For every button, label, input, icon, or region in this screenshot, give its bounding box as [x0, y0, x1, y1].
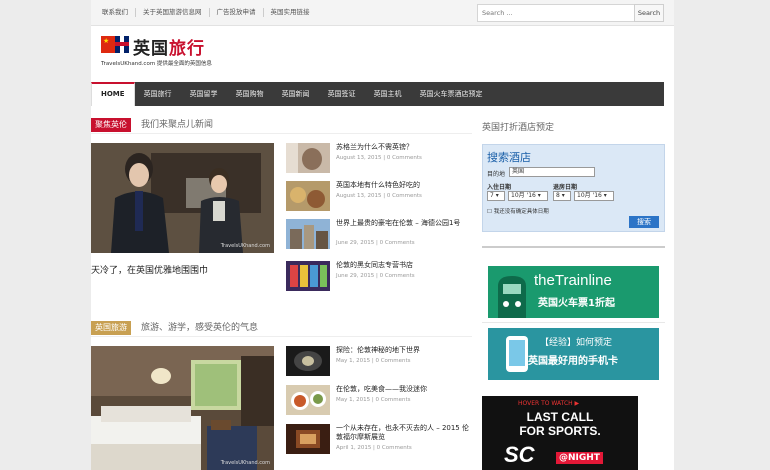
section-label[interactable]: 聚焦英伦	[91, 118, 131, 132]
top-links: 联系我们 关于英国旅游信息网 广告投放申请 英国实用链接	[95, 8, 317, 17]
item-meta: June 29, 2015 | 0 Comments	[336, 240, 415, 246]
nav-study[interactable]: 英国留学	[181, 82, 227, 106]
thumbnail	[286, 346, 330, 376]
item-title[interactable]: 英国本地有什么特色好吃的	[336, 181, 471, 190]
item-meta: May 1, 2015 | 0 Comments	[336, 358, 411, 364]
nav-news[interactable]: 英国新闻	[273, 82, 319, 106]
main-nav: HOME 英国旅行 英国留学 英国购物 英国新闻 英国签证 英国主机 英国火车票…	[91, 82, 664, 106]
sidebar-divider	[482, 322, 665, 323]
flag-icon	[101, 36, 129, 53]
destination-label: 目的地	[487, 171, 506, 178]
sim-card-banner[interactable]: 【经验】如何预定 英国最好用的手机卡	[488, 328, 659, 380]
feature-photo	[91, 143, 274, 253]
thumbnail	[286, 261, 330, 291]
checkout-label: 退房日期	[553, 184, 578, 191]
item-meta: April 1, 2015 | 0 Comments	[336, 445, 412, 451]
sidebar-title: 英国打折酒店预定	[482, 123, 555, 133]
thumbnail	[286, 181, 330, 211]
section-desc: 我们来聚点儿新闻	[141, 120, 214, 130]
checkout-month-select[interactable]: 10月 '16 ▾	[574, 191, 614, 201]
feature-photo	[91, 346, 274, 470]
section-heading-travel: 英国旅游 旅游、游学，感受英伦的气息	[91, 321, 472, 337]
nav-travel[interactable]: 英国旅行	[135, 82, 181, 106]
nav-shopping[interactable]: 英国购物	[227, 82, 273, 106]
search-button[interactable]: Search	[634, 4, 664, 22]
sports-ad[interactable]: HOVER TO WATCH ▶ LAST CALL FOR SPORTS. S…	[482, 396, 638, 470]
ad-line1: LAST CALL	[526, 410, 594, 424]
sidebar-divider	[482, 246, 665, 248]
hotel-search-title: 搜索酒店	[487, 151, 531, 164]
top-link-about[interactable]: 关于英国旅游信息网	[136, 8, 210, 17]
list-item[interactable]: 英国本地有什么特色好吃的 August 13, 2015 | 0 Comment…	[286, 181, 471, 215]
ad-night-badge: @NIGHT	[556, 452, 603, 464]
section-label[interactable]: 英国旅游	[91, 321, 131, 335]
destination-field[interactable]: 英国	[509, 167, 595, 177]
thumbnail	[286, 143, 330, 173]
page: 联系我们 关于英国旅游信息网 广告投放申请 英国实用链接 Search 英国旅行…	[91, 0, 674, 470]
banner-brand: theTrainline	[534, 272, 612, 289]
top-bar: 联系我们 关于英国旅游信息网 广告投放申请 英国实用链接 Search	[91, 0, 674, 26]
list-item[interactable]: 苏格兰为什么不需英镑？ August 13, 2015 | 0 Comments	[286, 143, 471, 177]
banner-text: 英国火车票1折起	[538, 298, 615, 309]
item-title[interactable]: 在伦敦，吃美食——我没迷你	[336, 385, 471, 394]
item-title[interactable]: 世界上最贵的豪宅在伦敦 – 海德公园1号	[336, 219, 471, 228]
list-item[interactable]: 世界上最贵的豪宅在伦敦 – 海德公园1号 June 29, 2015 | 0 C…	[286, 219, 471, 253]
ad-hover-label[interactable]: HOVER TO WATCH ▶	[518, 400, 579, 407]
item-meta: August 13, 2015 | 0 Comments	[336, 193, 422, 199]
no-date-checkbox[interactable]: ☐ 我还没有确定具体日期	[487, 207, 549, 215]
top-link-useful[interactable]: 英国实用链接	[264, 8, 317, 17]
ad-line2: FOR SPORTS.	[519, 424, 601, 438]
image-watermark: TravelsUKhand.com	[220, 460, 270, 466]
top-link-ads[interactable]: 广告投放申请	[210, 8, 264, 17]
site-logo[interactable]: 英国旅行 TravelsUKhand.com 提供最全面的英国信息	[97, 32, 227, 72]
list-item[interactable]: 伦敦的黑女同志专营书店 June 29, 2015 | 0 Comments	[286, 261, 471, 295]
nav-hosting[interactable]: 英国主机	[365, 82, 411, 106]
list-item[interactable]: 在伦敦，吃美食——我没迷你 May 1, 2015 | 0 Comments	[286, 385, 471, 419]
item-title[interactable]: 伦敦的黑女同志专营书店	[336, 261, 471, 270]
checkout-day-select[interactable]: 8 ▾	[553, 191, 571, 201]
top-link-contact[interactable]: 联系我们	[95, 8, 136, 17]
logo-title: 英国旅行	[133, 39, 205, 59]
nav-booking[interactable]: 英国火车票酒店预定	[411, 82, 492, 106]
thumbnail	[286, 385, 330, 415]
trainline-banner[interactable]: theTrainline 英国火车票1折起	[488, 266, 659, 318]
banner-text: 英国最好用的手机卡	[528, 356, 618, 367]
nav-home[interactable]: HOME	[91, 82, 135, 106]
feature-image[interactable]: TravelsUKhand.com	[91, 346, 274, 470]
item-meta: August 13, 2015 | 0 Comments	[336, 155, 422, 161]
list-item[interactable]: 一个从未存在，也永不灭去的人 – 2015 伦敦福尔摩斯展览 April 1, …	[286, 424, 471, 458]
train-icon	[498, 276, 526, 318]
item-meta: June 29, 2015 | 0 Comments	[336, 273, 415, 279]
image-watermark: TravelsUKhand.com	[220, 243, 270, 249]
checkin-month-select[interactable]: 10月 '16 ▾	[508, 191, 548, 201]
hotel-search-button[interactable]: 搜索	[629, 216, 659, 228]
checkin-day-select[interactable]: 7 ▾	[487, 191, 505, 201]
checkin-label: 入住日期	[487, 184, 512, 191]
hotel-search-widget: 搜索酒店 目的地 英国 入住日期 退房日期 7 ▾ 10月 '16 ▾ 8 ▾ …	[482, 144, 665, 232]
item-meta: May 1, 2015 | 0 Comments	[336, 397, 411, 403]
thumbnail	[286, 219, 330, 249]
nav-visa[interactable]: 英国签证	[319, 82, 365, 106]
section-desc: 旅游、游学，感受英伦的气息	[141, 323, 259, 333]
logo-subtitle: TravelsUKhand.com 提供最全面的英国信息	[101, 61, 212, 67]
feature-caption[interactable]: 天冷了，在英国优雅地围围巾	[91, 263, 208, 276]
ad-logo: SC	[504, 442, 535, 467]
search-input[interactable]	[477, 4, 635, 22]
list-item[interactable]: 探险：伦敦神秘的地下世界 May 1, 2015 | 0 Comments	[286, 346, 471, 380]
banner-tag: 【经验】如何预定	[540, 338, 613, 348]
item-title[interactable]: 苏格兰为什么不需英镑？	[336, 143, 471, 152]
thumbnail	[286, 424, 330, 454]
item-title[interactable]: 探险：伦敦神秘的地下世界	[336, 346, 471, 355]
item-title[interactable]: 一个从未存在，也永不灭去的人 – 2015 伦敦福尔摩斯展览	[336, 424, 471, 442]
section-heading-focus: 聚焦英伦 我们来聚点儿新闻	[91, 118, 472, 134]
feature-image[interactable]: TravelsUKhand.com	[91, 143, 274, 253]
